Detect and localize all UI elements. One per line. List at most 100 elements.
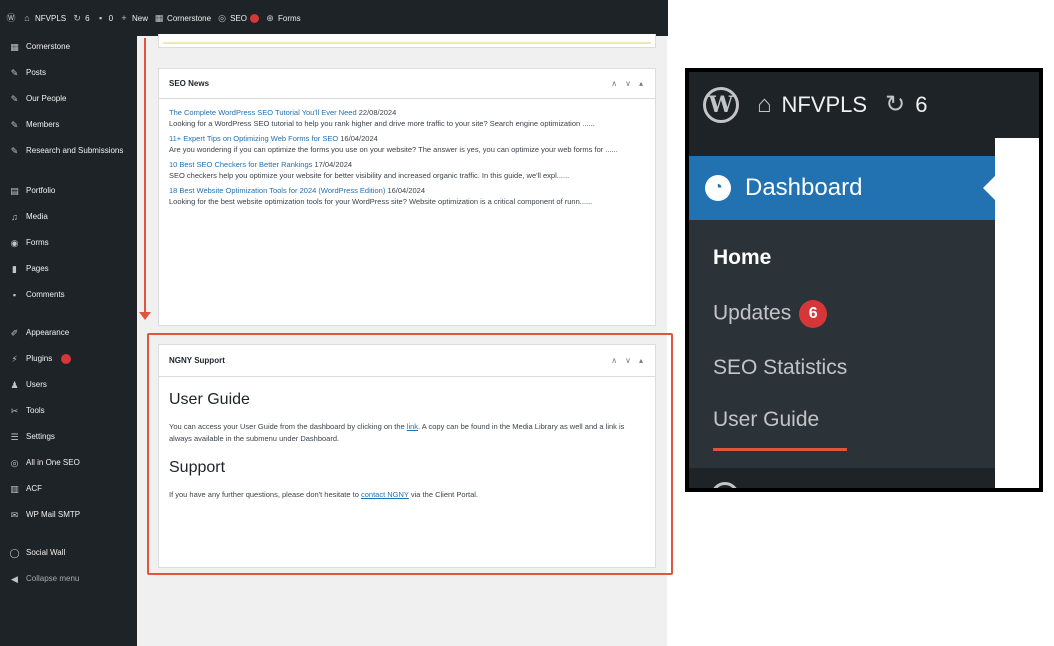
- sidebar-item-all-in-one-seo[interactable]: ◎ All in One SEO: [0, 458, 137, 484]
- sidebar-item-plugins[interactable]: ⚡ Plugins: [0, 354, 137, 380]
- toggle-panel-icon[interactable]: ▴: [639, 79, 643, 88]
- sidebar-item-posts[interactable]: ✎ Posts: [0, 68, 137, 94]
- sidebar-item-pages[interactable]: ▮ Pages: [0, 264, 137, 290]
- wordpress-icon[interactable]: W: [703, 87, 739, 123]
- move-up-icon[interactable]: ∧: [611, 79, 617, 88]
- move-down-icon[interactable]: ∨: [625, 356, 631, 365]
- sidebar-item-label: Appearance: [26, 328, 70, 337]
- new-content-link[interactable]: + New: [119, 13, 148, 23]
- zoom-callout: W ⌂ NFVPLS ↻ 6 ◔ Dashboard Home Updates 6 S…: [685, 68, 1043, 492]
- news-date: 16/04/2024: [387, 186, 425, 195]
- pages-icon: ▮: [12, 264, 17, 274]
- updates-badge: 6: [799, 300, 828, 328]
- news-link[interactable]: The Complete WordPress SEO Tutorial You'…: [169, 108, 357, 117]
- seo-icon: ◎: [218, 13, 226, 23]
- move-down-icon[interactable]: ∨: [625, 79, 631, 88]
- sidebar-item-label: Pages: [26, 264, 49, 273]
- dashboard-gauge-icon: ◔: [705, 175, 731, 201]
- sidebar-item-tools[interactable]: ✂ Tools: [0, 406, 137, 432]
- seo-link[interactable]: ◎ SEO: [217, 13, 259, 23]
- zoom-site-link[interactable]: ⌂ NFVPLS: [757, 92, 867, 118]
- sidebar-item-cornerstone[interactable]: ▦ Cornerstone: [0, 42, 137, 68]
- appearance-icon: ✐: [10, 328, 19, 338]
- sidebar-item-label: Collapse menu: [26, 574, 80, 583]
- sidebar-item-label: All in One SEO: [26, 458, 80, 467]
- sidebar-item-our-people[interactable]: ✎ Our People: [0, 94, 137, 120]
- user-guide-text-before: You can access your User Guide from the …: [169, 422, 405, 431]
- sidebar-item-appearance[interactable]: ✐ Appearance: [0, 328, 137, 354]
- tools-icon: ✂: [10, 406, 19, 416]
- news-item: 10 Best SEO Checkers for Better Rankings…: [169, 159, 645, 181]
- sidebar-item-wp-mail-smtp[interactable]: ✉ WP Mail SMTP: [0, 510, 137, 536]
- cornerstone-icon: ▦: [10, 42, 19, 52]
- sidebar-item-users[interactable]: ♟ Users: [0, 380, 137, 406]
- widget-title: NGNY Support: [169, 356, 225, 365]
- news-excerpt: Are you wondering if you can optimize th…: [169, 145, 618, 154]
- user-guide-link[interactable]: link: [407, 422, 418, 431]
- forms-link[interactable]: ⊕ Forms: [265, 13, 300, 23]
- seo-label: SEO: [230, 13, 247, 23]
- news-link[interactable]: 10 Best SEO Checkers for Better Rankings: [169, 160, 312, 169]
- news-item: The Complete WordPress SEO Tutorial You'…: [169, 107, 645, 129]
- submenu-home[interactable]: Home: [713, 246, 771, 270]
- news-item: 18 Best Website Optimization Tools for 2…: [169, 185, 645, 207]
- updates-link[interactable]: ↻ 6: [72, 13, 89, 23]
- sidebar-item-social-wall[interactable]: ◯ Social Wall: [0, 548, 137, 574]
- support-heading: Support: [169, 459, 226, 476]
- cornerstone-link[interactable]: ▦ Cornerstone: [154, 13, 211, 23]
- wordpress-icon: Ⓦ: [6, 13, 16, 23]
- zoom-updates-link[interactable]: ↻ 6: [885, 92, 927, 118]
- updates-icon: ↻: [73, 13, 81, 23]
- sidebar-item-label: WP Mail SMTP: [26, 510, 81, 519]
- support-text-before: If you have any further questions, pleas…: [169, 490, 359, 499]
- news-link[interactable]: 11+ Expert Tips on Optimizing Web Forms …: [169, 134, 338, 143]
- sidebar-item-forms[interactable]: ◉ Forms: [0, 238, 137, 264]
- sidebar-item-research-and-submissions[interactable]: ✎ Research and Submissions: [0, 146, 137, 186]
- news-date: 17/04/2024: [314, 160, 353, 169]
- sidebar-item-comments[interactable]: ▪ Comments: [0, 290, 137, 316]
- move-up-icon[interactable]: ∧: [611, 356, 617, 365]
- portfolio-icon: ▤: [10, 186, 19, 196]
- home-icon: ⌂: [757, 91, 772, 118]
- support-body: User Guide You can access your User Guid…: [159, 377, 655, 501]
- plus-icon: +: [121, 13, 127, 23]
- sidebar-item-collapse-menu[interactable]: ◀ Collapse menu: [0, 574, 137, 600]
- widget-header: SEO News ∧ ∨ ▴: [159, 69, 655, 99]
- wordpress-logo-button[interactable]: Ⓦ: [6, 13, 16, 23]
- news-link[interactable]: 18 Best Website Optimization Tools for 2…: [169, 186, 385, 195]
- user-guide-underline: [713, 448, 847, 451]
- toggle-panel-icon[interactable]: ▴: [639, 356, 643, 365]
- dashboard-menu-item[interactable]: ◔ Dashboard: [689, 156, 995, 220]
- news-date: 16/04/2024: [340, 134, 378, 143]
- acf-icon: ▥: [10, 484, 19, 494]
- comments-count: 0: [108, 13, 114, 23]
- news-date: 22/08/2024: [358, 108, 397, 117]
- sidebar-item-settings[interactable]: ☰ Settings: [0, 432, 137, 458]
- sidebar-item-acf[interactable]: ▥ ACF: [0, 484, 137, 510]
- news-excerpt: Looking for a WordPress SEO tutorial to …: [169, 119, 595, 128]
- settings-icon: ☰: [10, 432, 19, 442]
- media-icon: ♫: [11, 212, 18, 222]
- submenu-user-guide[interactable]: User Guide: [713, 408, 819, 432]
- cornerstone-label: Cornerstone: [167, 13, 212, 23]
- current-menu-arrow: [983, 176, 995, 200]
- pin-icon: ✎: [10, 146, 19, 156]
- sidebar-item-members[interactable]: ✎ Members: [0, 120, 137, 146]
- menu-separator: [0, 316, 137, 328]
- sidebar-item-label: Settings: [26, 432, 55, 441]
- zoom-updates-count: 6: [915, 92, 928, 117]
- submenu-seo-statistics[interactable]: SEO Statistics: [713, 356, 847, 380]
- site-name-link[interactable]: ⌂ NFVPLS: [22, 13, 66, 23]
- comments-link[interactable]: ▪ 0: [96, 13, 113, 23]
- pin-icon: ✎: [10, 68, 19, 78]
- updates-icon: ↻: [885, 91, 906, 118]
- sidebar-item-portfolio[interactable]: ▤ Portfolio: [0, 186, 137, 212]
- submenu-updates[interactable]: Updates 6: [713, 300, 828, 328]
- previous-widget-bottom: [158, 34, 656, 48]
- seo-news-widget: SEO News ∧ ∨ ▴ The Complete WordPress SE…: [158, 68, 656, 326]
- sidebar-item-media[interactable]: ♫ Media: [0, 212, 137, 238]
- site-name-label: NFVPLS: [35, 13, 67, 23]
- highlight-line: [144, 38, 146, 316]
- contact-link[interactable]: contact NGNY: [361, 490, 409, 499]
- admin-sidebar: ▦ Cornerstone ✎ Posts ✎ Our People ✎ Members ✎ Re…: [0, 36, 137, 646]
